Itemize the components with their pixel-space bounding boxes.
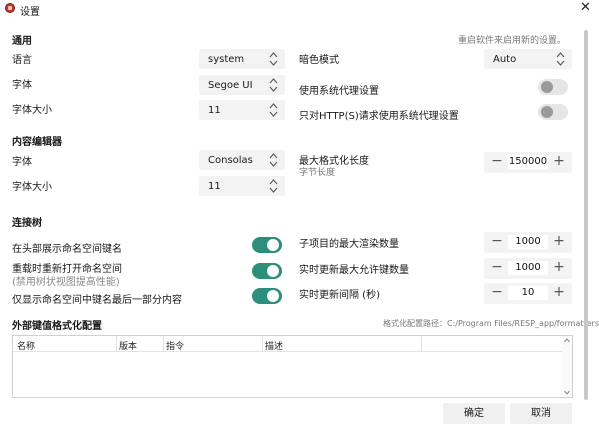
window-title: 设置 [20,7,40,18]
minus-icon[interactable]: − [486,258,508,279]
main-scrollbar[interactable] [584,30,588,400]
table-scrollbar[interactable] [562,336,572,397]
column-header-command[interactable]: 指令 [166,339,184,352]
editor-font-size-value: 11 [208,181,221,192]
editor-heading: 内容编辑器 [12,137,62,148]
formatters-table[interactable]: 名称 版本 指令 描述 [12,335,573,398]
http-proxy-toggle[interactable] [538,104,568,120]
toggle-knob [541,81,553,93]
title-bar: 设置 ✕ [0,0,599,18]
font-value: Segoe UI [208,80,253,91]
font-label: 字体 [12,80,32,91]
updown-arrows-icon [269,51,278,67]
editor-font-size-label: 字体大小 [12,182,52,193]
column-divider [116,336,117,352]
dark-mode-value: Auto [493,54,517,65]
http-proxy-label: 只对HTTP(S)请求使用系统代理设置 [299,111,459,122]
live-interval-label: 实时更新间隔 (秒) [299,290,380,301]
font-size-select[interactable]: 11 [199,100,285,120]
close-icon[interactable]: ✕ [580,0,591,15]
max-children-label: 子项目的最大渲染数量 [299,239,399,250]
table-header: 名称 版本 指令 描述 [13,336,572,352]
updown-arrows-icon [269,152,278,168]
max-live-keys-stepper[interactable]: − 1000 + [484,258,572,279]
plus-icon[interactable]: + [548,152,570,173]
max-children-value[interactable]: 1000 [508,235,548,249]
toggle-knob [267,239,279,251]
font-select[interactable]: Segoe UI [199,75,285,95]
reopen-ns-sub: (禁用树状视图提高性能) [12,277,120,288]
minus-icon[interactable]: − [486,232,508,253]
show-ns-toggle[interactable] [252,237,282,253]
editor-font-size-select[interactable]: 11 [199,176,285,196]
dark-mode-select[interactable]: Auto [484,49,572,69]
editor-font-value: Consolas [208,155,253,166]
language-label: 语言 [12,55,32,66]
editor-font-label: 字体 [12,157,32,168]
editor-font-select[interactable]: Consolas [199,150,285,170]
last-part-toggle[interactable] [252,288,282,304]
language-select[interactable]: system [199,49,285,69]
column-header-version[interactable]: 版本 [119,339,137,352]
toggle-knob [541,106,553,118]
toggle-knob [267,265,279,277]
last-part-label: 仅显示命名空间中键名最后一部分内容 [12,295,182,306]
restart-hint: 重启软件来启用新的设置。 [458,36,567,46]
general-heading: 通用 [12,36,32,47]
max-live-keys-value[interactable]: 1000 [508,261,548,275]
plus-icon[interactable]: + [548,258,570,279]
show-ns-label: 在头部展示命名空间键名 [12,244,122,255]
column-header-name[interactable]: 名称 [17,339,35,352]
live-interval-stepper[interactable]: − 10 + [484,283,572,304]
app-icon [5,3,15,13]
toggle-knob [267,290,279,302]
column-header-description[interactable]: 描述 [265,339,283,352]
system-proxy-toggle[interactable] [538,79,568,95]
reopen-ns-toggle[interactable] [252,263,282,279]
max-children-stepper[interactable]: − 1000 + [484,232,572,253]
tree-heading: 连接树 [12,218,42,229]
font-size-label: 字体大小 [12,105,52,116]
system-proxy-label: 使用系统代理设置 [299,86,379,97]
updown-arrows-icon [269,102,278,118]
plus-icon[interactable]: + [548,283,570,304]
cancel-button[interactable]: 取消 [510,403,572,424]
column-divider [262,336,263,352]
column-divider [163,336,164,352]
updown-arrows-icon [556,51,565,67]
formatters-heading: 外部键值格式化配置 [12,321,102,332]
column-divider [421,336,422,352]
ok-button[interactable]: 确定 [443,403,505,424]
max-format-length-value[interactable]: 150000 [508,155,548,169]
formatters-path: 格式化配置路径：C:/Program Files/RESP_app/format… [383,319,599,328]
minus-icon[interactable]: − [486,283,508,304]
dark-mode-label: 暗色模式 [299,55,339,66]
max-live-keys-label: 实时更新最大允许键数量 [299,265,409,276]
plus-icon[interactable]: + [548,232,570,253]
max-format-length-stepper[interactable]: − 150000 + [484,152,572,173]
updown-arrows-icon [269,178,278,194]
updown-arrows-icon [269,77,278,93]
max-format-length-sub: 字节长度 [299,168,336,178]
live-interval-value[interactable]: 10 [508,286,548,300]
language-value: system [208,54,245,65]
minus-icon[interactable]: − [486,152,508,173]
font-size-value: 11 [208,105,221,116]
